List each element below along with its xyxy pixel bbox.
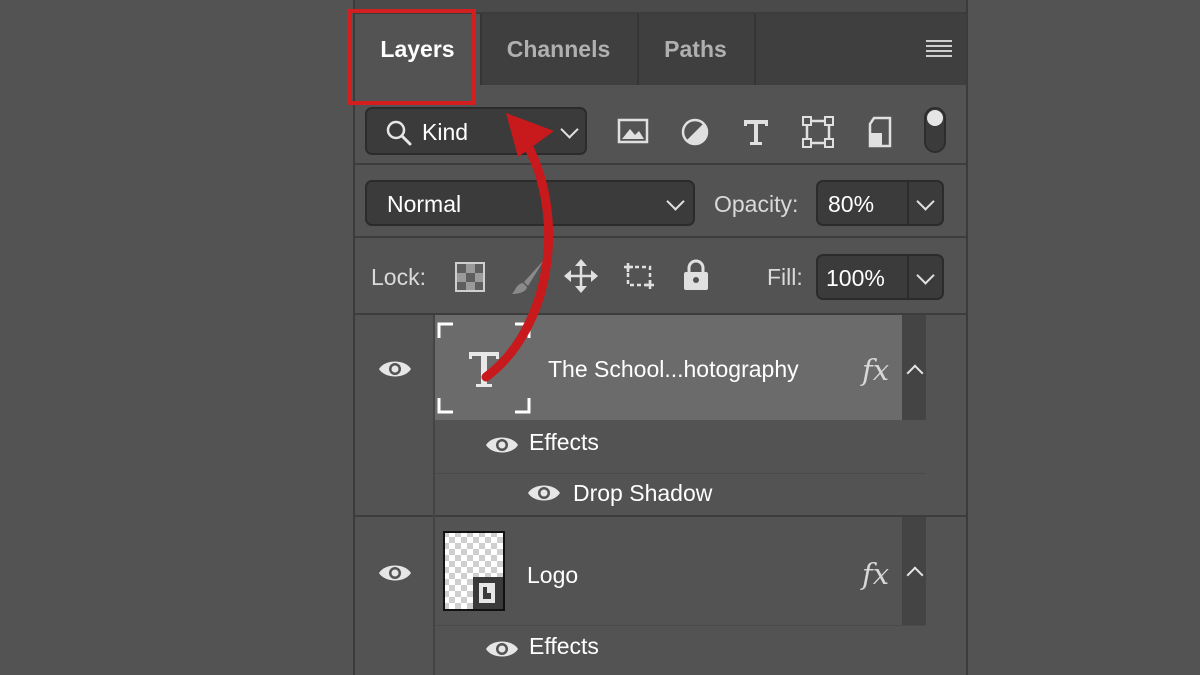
tab-channels[interactable]: Channels bbox=[480, 14, 639, 85]
image-filter-icon[interactable] bbox=[617, 118, 649, 144]
eye-icon[interactable] bbox=[527, 482, 561, 504]
opacity-value[interactable]: 80% bbox=[828, 191, 874, 218]
type-filter-icon[interactable] bbox=[741, 117, 771, 147]
smart-object-filter-icon[interactable] bbox=[866, 116, 894, 148]
highlight-box bbox=[347, 9, 476, 105]
lock-artboard-icon[interactable] bbox=[621, 260, 657, 292]
lock-all-icon[interactable] bbox=[682, 258, 710, 292]
blend-mode-value: Normal bbox=[387, 191, 462, 217]
layer-row-text[interactable]: The School...hotography fx Effects Drop … bbox=[355, 315, 966, 517]
shape-filter-icon[interactable] bbox=[802, 116, 834, 148]
layer-row-logo[interactable]: Logo fx Effects bbox=[355, 517, 966, 675]
adjustment-filter-icon[interactable] bbox=[680, 117, 710, 147]
eye-icon[interactable] bbox=[485, 434, 519, 456]
fx-icon[interactable]: fx bbox=[862, 557, 889, 591]
effects-label[interactable]: Effects bbox=[529, 633, 599, 660]
effects-label[interactable]: Effects bbox=[529, 429, 599, 456]
effect-drop-shadow[interactable]: Drop Shadow bbox=[573, 480, 712, 507]
layer-indent-divider bbox=[433, 517, 435, 675]
lock-label: Lock: bbox=[371, 264, 426, 290]
annotation-arrow-icon bbox=[481, 113, 554, 382]
effects-divider bbox=[435, 473, 926, 474]
fx-icon[interactable]: fx bbox=[862, 353, 889, 387]
fill-value[interactable]: 100% bbox=[826, 265, 885, 292]
chevron-down-icon bbox=[666, 192, 685, 211]
kind-label: Kind bbox=[422, 119, 469, 145]
opacity-label: Opacity: bbox=[714, 191, 799, 217]
filter-toggle-icon[interactable] bbox=[924, 107, 946, 153]
layer-name[interactable]: Logo bbox=[527, 562, 578, 589]
smart-object-thumbnail bbox=[443, 531, 505, 611]
lock-row: Lock: Fill: 100% bbox=[355, 238, 966, 315]
fill-field[interactable]: 100% bbox=[816, 254, 944, 300]
chevron-down-icon[interactable] bbox=[916, 192, 935, 211]
effects-divider bbox=[435, 625, 926, 626]
eye-icon[interactable] bbox=[378, 562, 412, 584]
tab-paths[interactable]: Paths bbox=[637, 14, 756, 85]
fill-label: Fill: bbox=[767, 264, 803, 290]
opacity-field[interactable]: 80% bbox=[816, 180, 944, 226]
eye-icon[interactable] bbox=[485, 638, 519, 660]
eye-icon[interactable] bbox=[378, 358, 412, 380]
magnifier-icon bbox=[386, 120, 412, 146]
hamburger-menu-icon[interactable] bbox=[926, 40, 952, 58]
chevron-down-icon[interactable] bbox=[916, 266, 935, 285]
blend-row: Normal Opacity: 80% bbox=[355, 165, 966, 238]
